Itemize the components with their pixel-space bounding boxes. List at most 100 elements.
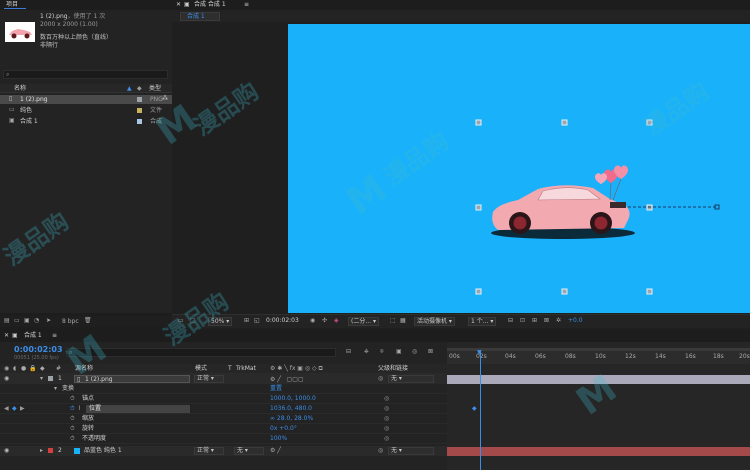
parent-select[interactable]: 无 ▾	[388, 447, 434, 455]
label-swatch[interactable]	[137, 108, 142, 113]
views-select[interactable]: 1 个... ▾	[468, 317, 497, 326]
property-row[interactable]: ⏱ 缩放 ∞ 28.0, 28.0% ◎	[0, 414, 447, 424]
flowchart-icon[interactable]: ⊠	[544, 318, 549, 324]
stopwatch-icon[interactable]: ⏱	[70, 436, 75, 442]
visibility-icon[interactable]: ◉	[4, 376, 9, 382]
property-row[interactable]: ⏱ 旋转 0x +0.0° ◎	[0, 424, 447, 434]
project-item[interactable]: ▣ 合成 1 合成	[0, 117, 172, 126]
magnify-icon[interactable]: ⬚	[190, 318, 196, 324]
always-preview-icon[interactable]: ▭	[178, 318, 184, 324]
camera-select[interactable]: 活动摄像机 ▾	[414, 317, 455, 326]
close-icon[interactable]: ✕	[176, 2, 181, 8]
label-swatch[interactable]	[137, 119, 142, 124]
timeline-icon[interactable]: ⊞	[532, 318, 537, 324]
timeline-search-input[interactable]: ⌕	[66, 348, 336, 357]
snapshot-icon[interactable]: ◉	[310, 318, 315, 324]
layer-switches[interactable]: ⚙ ╱ ▢▢▢	[270, 376, 370, 383]
expression-icon[interactable]: ◎	[384, 436, 389, 442]
prev-keyframe-icon[interactable]: ◀	[4, 406, 9, 412]
menu-icon[interactable]: ≡	[244, 2, 249, 8]
draft3d-icon[interactable]: ⎈	[364, 349, 369, 355]
layer-label-swatch[interactable]	[48, 376, 53, 381]
layer-mode-select[interactable]: 正常 ▾	[194, 447, 224, 455]
project-tab[interactable]: 项目	[0, 0, 172, 10]
playhead-handle-icon[interactable]: ▼	[477, 350, 482, 356]
property-row[interactable]: ⏱ 不透明度 100% ◎	[0, 434, 447, 444]
column-name[interactable]: 名称	[14, 86, 26, 92]
layer-row[interactable]: ◉ ▸ 2 品蓝色 纯色 1 正常 ▾ 无 ▾ ⚙ ╱ ◎ 无 ▾	[0, 446, 447, 456]
toggle-pixel-icon[interactable]: ⊟	[508, 318, 513, 324]
close-icon[interactable]: ✕	[4, 333, 9, 339]
layer-duration-bar[interactable]	[447, 375, 750, 384]
next-keyframe-icon[interactable]: ▶	[20, 406, 25, 412]
sort-arrow-icon[interactable]: ▲	[127, 86, 132, 92]
mask-icon[interactable]: ◱	[254, 318, 260, 324]
interpret-footage-icon[interactable]: ▤	[4, 318, 10, 324]
stopwatch-active-icon[interactable]: ⏱	[70, 406, 75, 412]
timeline-timecode[interactable]: 0:00:02:03	[14, 346, 63, 354]
property-value[interactable]: 100%	[270, 436, 287, 442]
label-swatch[interactable]	[137, 97, 142, 102]
column-t[interactable]: T	[228, 366, 232, 372]
property-value[interactable]: 1036.0, 480.0	[270, 406, 312, 412]
time-ruler[interactable]: 00s 02s 04s 06s 08s 10s 12s 14s 16s 18s …	[447, 348, 750, 364]
expand-icon[interactable]: ▾	[54, 386, 57, 392]
expression-icon[interactable]: ◎	[384, 406, 389, 412]
trkmat-select[interactable]: 无 ▾	[234, 447, 264, 455]
column-source[interactable]: 源名称	[75, 366, 93, 372]
expression-icon[interactable]: ◎	[384, 426, 389, 432]
new-composition-icon[interactable]: ▣	[24, 318, 30, 324]
project-search-input[interactable]: ⌕	[3, 70, 168, 79]
trash-icon[interactable]: 🗑	[84, 318, 92, 324]
property-value[interactable]: 0x +0.0°	[270, 426, 297, 432]
expand-icon[interactable]: ▸	[40, 448, 43, 454]
fast-preview-icon[interactable]: ⊡	[520, 318, 525, 324]
comp-mini-flowchart-icon[interactable]: ⊟	[346, 349, 351, 355]
layer-row[interactable]: ◉ ▾ 1 ▯ 1 (2).png 正常 ▾ ⚙ ╱ ▢▢▢ ◎ 无 ▾	[0, 374, 447, 384]
transparency-grid-icon[interactable]: ▦	[400, 318, 406, 324]
parent-select[interactable]: 无 ▾	[388, 375, 434, 383]
keyframe-marker[interactable]: ◆	[472, 406, 477, 412]
region-icon[interactable]: ⬚	[390, 318, 396, 324]
shy-icon[interactable]: ⍟	[380, 349, 384, 355]
graph-icon[interactable]: ⌇	[78, 406, 81, 412]
layer-mode-select[interactable]: 正常 ▾	[194, 375, 224, 383]
pickwhip-icon[interactable]: ◎	[378, 448, 383, 454]
column-trkmat[interactable]: TrkMat	[236, 366, 256, 372]
layer-name[interactable]: 品蓝色 纯色 1	[84, 448, 122, 454]
layer-duration-bar[interactable]	[447, 447, 750, 456]
graph-editor-icon[interactable]: ⊠	[428, 349, 433, 355]
column-parent[interactable]: 父级和链接	[378, 366, 408, 372]
expression-icon[interactable]: ◎	[384, 416, 389, 422]
playhead[interactable]	[480, 350, 481, 470]
menu-icon[interactable]: ≡	[52, 333, 57, 339]
transform-group[interactable]: ▾ 变换 重置	[0, 384, 447, 394]
lock-icon[interactable]: ▣	[184, 2, 190, 8]
new-folder-icon[interactable]: ▭	[14, 318, 20, 324]
timeline-tab-label[interactable]: 合成 1	[24, 333, 42, 339]
property-value[interactable]: ∞ 28.0, 28.0%	[270, 416, 313, 422]
layer-name-field[interactable]: ▯ 1 (2).png	[74, 375, 190, 383]
exposure-reset-icon[interactable]: ✲	[556, 318, 561, 324]
grid-icon[interactable]: ⊞	[244, 318, 249, 324]
layer-label-swatch[interactable]	[48, 448, 53, 453]
stopwatch-icon[interactable]: ⏱	[70, 426, 75, 432]
exposure-value[interactable]: +0.0	[568, 318, 583, 324]
resolution-select[interactable]: (二分... ▾	[348, 317, 379, 326]
visibility-icon[interactable]: ◉	[4, 448, 9, 454]
viewer-tab-label[interactable]: 合成 合成 1	[194, 2, 226, 8]
property-value[interactable]: 1000.0, 1000.0	[270, 396, 316, 402]
zoom-select[interactable]: 50% ▾	[208, 317, 233, 326]
expand-icon[interactable]: ▾	[40, 376, 43, 382]
expression-icon[interactable]: ◎	[384, 396, 389, 402]
work-area-bar[interactable]	[447, 348, 750, 351]
composition-canvas[interactable]	[288, 24, 750, 313]
settings-icon[interactable]: ◔	[34, 318, 39, 324]
bpc-label[interactable]: 8 bpc	[62, 319, 79, 325]
property-row-selected[interactable]: ◀ ◆ ▶ ⏱ ⌇ 位置 1036.0, 480.0 ◎	[0, 404, 447, 414]
project-item[interactable]: ▯ 1 (2).png PNG ⁂	[0, 95, 172, 104]
reset-link[interactable]: 重置	[270, 386, 282, 392]
project-item[interactable]: ▭ 纯色 文件	[0, 106, 172, 115]
breadcrumb[interactable]: 合成 1	[180, 12, 220, 21]
show-snapshot-icon[interactable]: ✣	[322, 318, 327, 324]
